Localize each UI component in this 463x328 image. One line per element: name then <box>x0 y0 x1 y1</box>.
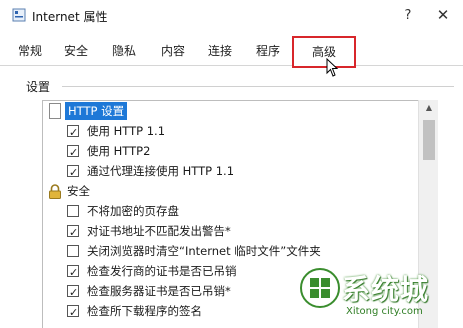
tab-privacy[interactable]: 隐私 <box>104 40 144 64</box>
internet-options-icon <box>12 8 26 22</box>
scroll-up-icon[interactable]: ▲ <box>419 100 439 116</box>
checkbox-label: 检查发行商的证书是否已吊销 <box>87 264 237 278</box>
tab-content[interactable]: 内容 <box>152 40 194 64</box>
checkbox-download-signature[interactable] <box>67 303 79 323</box>
settings-group-label: 设置 <box>26 80 51 94</box>
tab-advanced[interactable]: 高级 <box>293 36 355 66</box>
group-label-http: HTTP 设置 <box>65 102 128 120</box>
lock-icon <box>49 184 61 199</box>
checkbox-label: 对证书地址不匹配发出警告* <box>87 224 231 238</box>
tab-programs[interactable]: 程序 <box>248 40 288 64</box>
tab-connections[interactable]: 连接 <box>200 40 240 64</box>
title-bar: Internet 属性 ? ✕ <box>0 0 463 32</box>
list-item[interactable]: HTTP 设置 <box>43 101 423 121</box>
checkbox-label: 检查所下载程序的签名 <box>87 304 202 318</box>
scroll-thumb[interactable] <box>423 120 435 160</box>
window-title: Internet 属性 <box>32 10 108 24</box>
checkbox-label: 使用 HTTP2 <box>87 144 151 158</box>
checkbox-label: 不将加密的页存盘 <box>87 204 179 218</box>
checkbox-label: 关闭浏览器时清空“Internet 临时文件”文件夹 <box>87 244 321 258</box>
checkbox-proxy-http11[interactable] <box>67 163 79 183</box>
checkbox-server-revocation[interactable] <box>67 283 79 303</box>
checkbox-http2[interactable] <box>67 143 79 163</box>
watermark-logo: 系统城 Xitong city.com <box>296 266 456 324</box>
watermark-text: 系统城 <box>342 273 430 306</box>
checkbox-publisher-revocation[interactable] <box>67 263 79 283</box>
checkbox-empty-temp-files[interactable] <box>67 245 79 257</box>
list-item[interactable]: 使用 HTTP2 <box>43 141 423 163</box>
list-item[interactable]: 使用 HTTP 1.1 <box>43 121 423 143</box>
checkbox-label: 使用 HTTP 1.1 <box>87 124 166 138</box>
checkbox-label: 检查服务器证书是否已吊销* <box>87 284 231 298</box>
mouse-cursor-icon <box>326 58 339 77</box>
list-item[interactable]: 通过代理连接使用 HTTP 1.1 <box>43 161 423 183</box>
tab-general[interactable]: 常规 <box>10 40 50 64</box>
list-item[interactable]: 对证书地址不匹配发出警告* <box>43 221 423 243</box>
checkbox-label: 通过代理连接使用 HTTP 1.1 <box>87 164 235 178</box>
document-icon <box>49 103 61 119</box>
list-item[interactable]: 不将加密的页存盘 <box>43 201 423 221</box>
checkbox-http11[interactable] <box>67 123 79 143</box>
help-button[interactable]: ? <box>398 6 418 26</box>
watermark-subtext: Xitong city.com <box>346 306 423 317</box>
list-item[interactable]: 安全 <box>43 181 423 201</box>
checkbox-cert-mismatch[interactable] <box>67 223 79 243</box>
checkbox-no-save-encrypted[interactable] <box>67 205 79 217</box>
windows-logo-icon <box>300 268 340 308</box>
list-item[interactable]: 关闭浏览器时清空“Internet 临时文件”文件夹 <box>43 241 423 261</box>
close-button[interactable]: ✕ <box>428 4 458 26</box>
tab-strip: 常规 安全 隐私 内容 连接 程序 高级 <box>0 34 463 66</box>
tab-security[interactable]: 安全 <box>56 40 96 64</box>
group-divider <box>62 86 454 87</box>
group-label-security: 安全 <box>67 184 90 198</box>
